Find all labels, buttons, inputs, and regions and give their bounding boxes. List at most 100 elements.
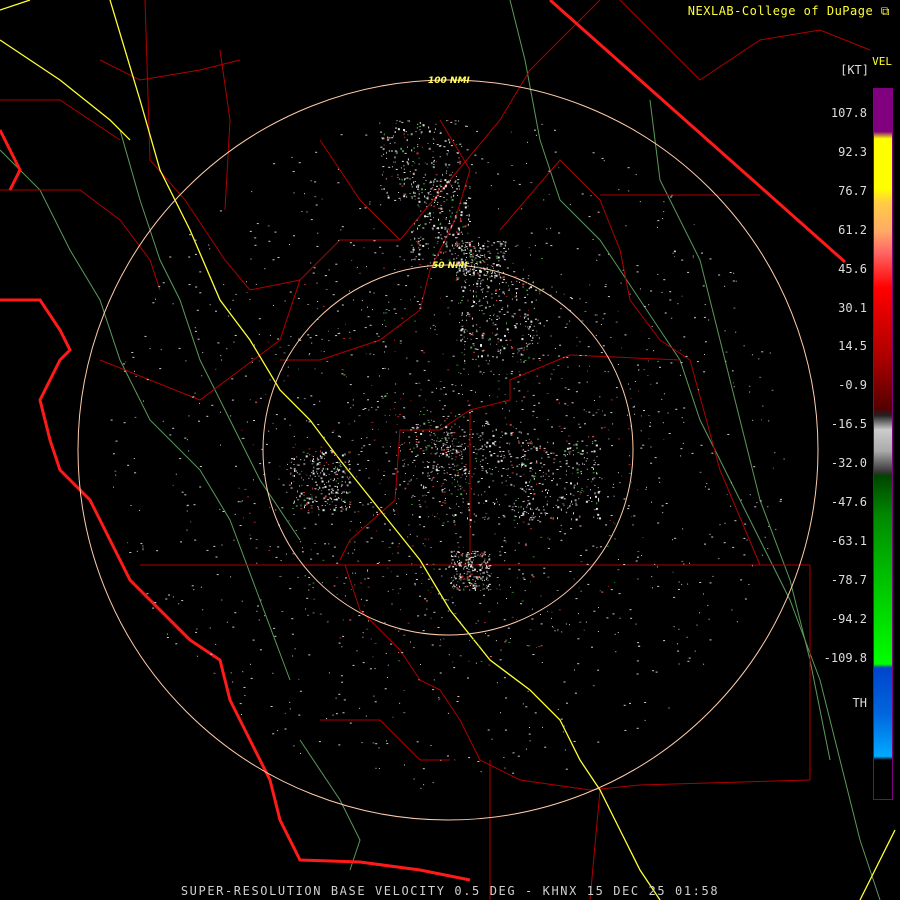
echo-pixel (209, 627, 211, 629)
echo-pixel (499, 300, 500, 301)
echo-pixel (572, 454, 574, 456)
echo-pixel (434, 444, 437, 446)
echo-pixel (455, 452, 458, 454)
echo-pixel (627, 167, 630, 169)
echo-pixel (424, 173, 426, 176)
echo-pixel (538, 382, 541, 384)
echo-pixel (581, 193, 584, 195)
echo-pixel (537, 507, 539, 509)
echo-pixel (481, 334, 484, 337)
echo-pixel (418, 247, 420, 249)
echo-pixel (155, 298, 156, 300)
echo-pixel (726, 494, 728, 496)
echo-pixel (365, 353, 367, 355)
echo-pixel (447, 151, 449, 153)
echo-pixel (592, 414, 595, 416)
echo-pixel (511, 284, 514, 286)
echo-pixel (501, 281, 504, 283)
echo-pixel (449, 428, 451, 430)
echo-pixel (314, 481, 317, 483)
echo-pixel (498, 274, 500, 276)
echo-pixel (511, 165, 513, 166)
echo-pixel (478, 236, 481, 238)
echo-pixel (382, 171, 384, 173)
echo-pixel (556, 399, 559, 400)
echo-pixel (718, 558, 720, 560)
echo-pixel (478, 645, 481, 647)
echo-pixel (326, 361, 329, 362)
echo-pixel (439, 156, 441, 158)
echo-pixel (565, 415, 568, 417)
echo-pixel (482, 288, 484, 290)
echo-pixel (323, 473, 326, 476)
echo-pixel (520, 456, 522, 458)
echo-pixel (316, 553, 319, 555)
echo-pixel (531, 608, 533, 610)
echo-pixel (484, 579, 485, 581)
echo-pixel (657, 360, 659, 362)
echo-pixel (413, 459, 416, 461)
echo-pixel (413, 230, 415, 232)
echo-pixel (488, 276, 491, 278)
echo-pixel (307, 304, 310, 305)
echo-pixel (486, 421, 489, 423)
echo-pixel (663, 393, 665, 395)
echo-pixel (498, 504, 500, 506)
echo-pixel (457, 179, 460, 181)
echo-pixel (317, 301, 319, 302)
echo-pixel (683, 407, 686, 409)
echo-pixel (358, 469, 361, 471)
echo-pixel (592, 545, 595, 547)
echo-pixel (488, 565, 490, 567)
echo-pixel (523, 507, 525, 510)
echo-pixel (473, 513, 475, 515)
echo-pixel (679, 374, 681, 376)
echo-pixel (604, 286, 607, 288)
echo-pixel (467, 503, 470, 505)
echo-pixel (610, 589, 613, 591)
echo-pixel (472, 566, 474, 569)
echo-pixel (434, 516, 436, 518)
echo-pixel (771, 389, 774, 391)
echo-pixel (425, 399, 427, 401)
echo-pixel (409, 442, 411, 444)
echo-pixel (483, 297, 485, 299)
echo-pixel (489, 558, 491, 560)
echo-pixel (314, 523, 317, 525)
echo-pixel (390, 571, 392, 573)
echo-pixel (600, 352, 603, 354)
echo-pixel (521, 600, 524, 602)
echo-pixel (595, 495, 597, 498)
echo-pixel (219, 210, 222, 212)
echo-pixel (487, 568, 490, 569)
echo-pixel (536, 375, 538, 377)
echo-pixel (476, 282, 479, 285)
echo-pixel (454, 514, 457, 516)
echo-pixel (724, 285, 726, 287)
echo-pixel (162, 420, 164, 422)
echo-pixel (210, 653, 213, 655)
echo-pixel (488, 555, 490, 557)
echo-pixel (497, 256, 500, 259)
echo-pixel (463, 431, 466, 433)
echo-pixel (196, 655, 198, 657)
echo-pixel (764, 536, 766, 538)
echo-pixel (387, 195, 389, 196)
echo-pixel (480, 590, 482, 591)
echo-pixel (540, 595, 542, 597)
echo-pixel (514, 296, 517, 298)
echo-pixel (258, 619, 260, 621)
echo-pixel (469, 268, 471, 270)
echo-pixel (444, 420, 446, 422)
echo-pixel (412, 647, 415, 649)
echo-pixel (497, 338, 500, 340)
echo-pixel (592, 472, 595, 474)
echo-pixel (307, 510, 309, 511)
echo-pixel (385, 345, 387, 347)
echo-pixel (588, 216, 591, 218)
link-icon[interactable]: ⧉ (881, 4, 890, 18)
echo-pixel (381, 397, 384, 399)
echo-pixel (469, 443, 472, 445)
echo-pixel (636, 727, 639, 729)
echo-pixel (546, 451, 548, 454)
